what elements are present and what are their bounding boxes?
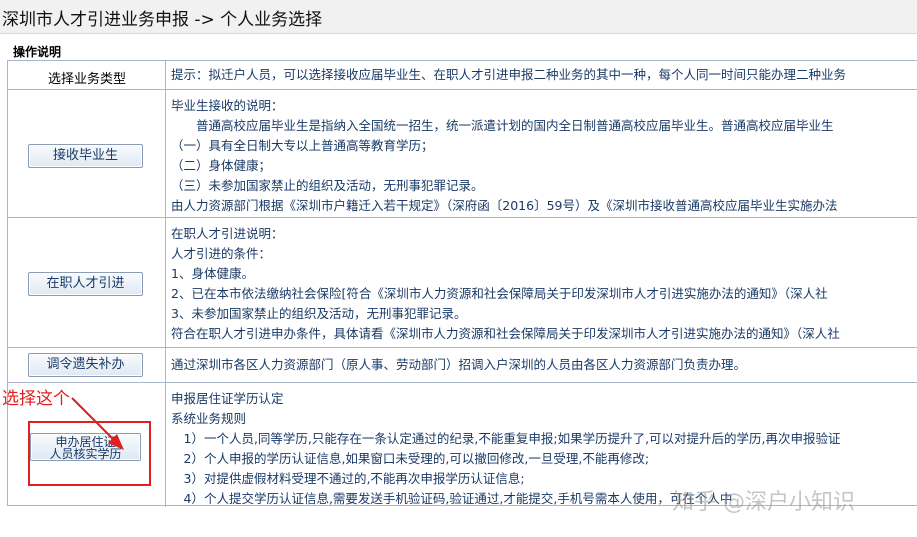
column-label-business-type: 选择业务类型: [47, 72, 126, 87]
desc-line: （一）具有全日制大专以上普通高等教育学历；: [171, 138, 434, 153]
desc-line: 人才引进的条件：: [171, 246, 272, 261]
row-description: 毕业生接收的说明： 普通高校应届毕业生是指纳入全国统一招生，统一派遣计划的国内全…: [166, 90, 917, 217]
desc-line: 通过深圳市各区人力资源部门（原人事、劳动部门）招调入户深圳的人员由各区人力资源部…: [171, 357, 747, 372]
desc-line: 毕业生接收的说明：: [171, 98, 284, 113]
desc-line: 1、身体健康。: [171, 266, 254, 281]
desc-line: 申报居住证学历认定: [171, 391, 284, 406]
row-description: 通过深圳市各区人力资源部门（原人事、劳动部门）招调入户深圳的人员由各区人力资源部…: [166, 348, 917, 382]
desc-line: 符合在职人才引进申办条件，具体请看《深圳市人力资源和社会保障局关于印发深圳市人才…: [171, 326, 840, 341]
desc-line: （二）身体健康；: [171, 158, 272, 173]
table-header-row: 选择业务类型 提示：拟迁户人员，可以选择接收应届毕业生、在职人才引进申报二种业务…: [8, 61, 917, 90]
section-label: 操作说明: [13, 45, 62, 59]
desc-line: 系统业务规则: [171, 411, 247, 426]
table-row: 在职人才引进 在职人才引进说明： 人才引进的条件： 1、身体健康。 2、已在本市…: [8, 218, 917, 348]
desc-line: 2、已在本市依法缴纳社会保险[符合《深圳市人力资源和社会保障局关于印发深圳市人才…: [171, 286, 828, 301]
desc-line: 2）个人申报的学历认证信息,如果窗口未受理的,可以撤回修改,一旦受理,不能再修改…: [171, 451, 650, 466]
row-button-cell: 在职人才引进: [8, 218, 166, 347]
desc-line: 普通高校应届毕业生是指纳入全国统一招生，统一派遣计划的国内全日制普通高校应届毕业…: [171, 118, 834, 133]
watermark: 知乎 @深户小知识: [672, 490, 855, 515]
header-right-cell: 提示：拟迁户人员，可以选择接收应届毕业生、在职人才引进申报二种业务的其中一种，每…: [166, 61, 917, 89]
table-row: 接收毕业生 毕业生接收的说明： 普通高校应届毕业生是指纳入全国统一招生，统一派遣…: [8, 90, 917, 218]
desc-line: 3、未参加国家禁止的组织及活动，无刑事犯罪记录。: [171, 306, 467, 321]
hint-text: 提示：拟迁户人员，可以选择接收应届毕业生、在职人才引进申报二种业务的其中一种，每…: [171, 67, 847, 82]
title-bar: 深圳市人才引进业务申报 -> 个人业务选择: [0, 0, 917, 34]
desc-line: 由人力资源部门根据《深圳市户籍迁入若干规定》（深府函〔2016〕59号）及《深圳…: [171, 198, 838, 213]
row-button-cell: 接收毕业生: [8, 90, 166, 217]
annotation-highlight-box: [28, 421, 151, 486]
header-left-cell: 选择业务类型: [8, 61, 166, 89]
table-row: 调令遗失补办 通过深圳市各区人力资源部门（原人事、劳动部门）招调入户深圳的人员由…: [8, 348, 917, 383]
desc-line: 3）对提供虚假材料受理不通过的,不能再次申报学历认证信息;: [171, 471, 525, 486]
desc-line: 4）个人提交学历认证信息,需要发送手机验证码,验证通过,才能提交,手机号需本人使…: [171, 491, 733, 506]
page-title: 深圳市人才引进业务申报 -> 个人业务选择: [2, 10, 323, 30]
talent-introduction-button[interactable]: 在职人才引进: [28, 272, 143, 296]
row-button-cell: 调令遗失补办: [8, 348, 166, 382]
row-description: 在职人才引进说明： 人才引进的条件： 1、身体健康。 2、已在本市依法缴纳社会保…: [166, 218, 917, 347]
annotation-label: 选择这个: [2, 389, 70, 409]
desc-line: （三）未参加国家禁止的组织及活动，无刑事犯罪记录。: [171, 178, 484, 193]
lost-transfer-order-button[interactable]: 调令遗失补办: [28, 353, 143, 377]
receive-graduate-button[interactable]: 接收毕业生: [28, 144, 143, 168]
desc-line: 在职人才引进说明：: [171, 226, 284, 241]
desc-line: 1）一个人员,同等学历,只能存在一条认定通过的纪录,不能重复申报;如果学历提升了…: [171, 431, 841, 446]
